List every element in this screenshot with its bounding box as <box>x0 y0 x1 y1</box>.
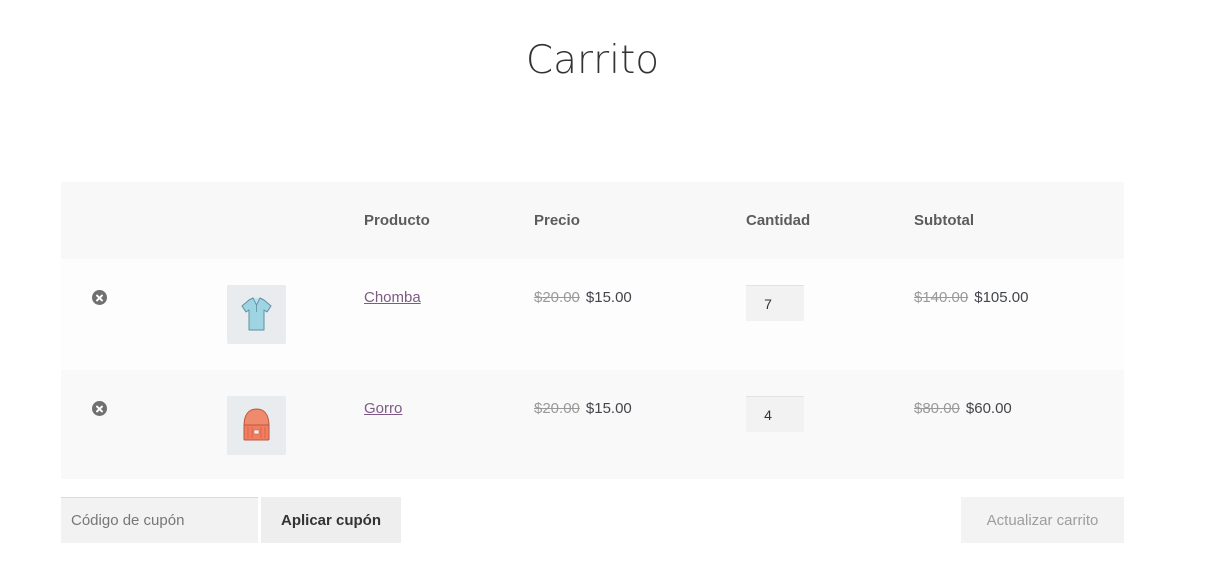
cart-table-header: Producto Precio Cantidad Subtotal <box>61 182 1124 259</box>
column-header-product: Producto <box>364 212 430 229</box>
sale-subtotal: $60.00 <box>965 400 1012 417</box>
sale-subtotal: $105.00 <box>974 289 1029 306</box>
sale-price: $15.00 <box>585 289 632 306</box>
quantity-input[interactable] <box>746 396 804 432</box>
column-header-quantity: Cantidad <box>746 212 811 229</box>
column-header-subtotal: Subtotal <box>914 212 974 229</box>
item-subtotal: $80.00 $60.00 <box>914 400 1012 417</box>
product-link[interactable]: Chomba <box>364 289 421 306</box>
cart-table: Producto Precio Cantidad Subtotal Chomba… <box>61 182 1124 479</box>
item-price: $20.00 $15.00 <box>534 400 632 417</box>
sale-price: $15.00 <box>585 400 632 417</box>
regular-subtotal: $140.00 <box>914 289 969 306</box>
polo-shirt-icon <box>241 297 272 331</box>
product-thumbnail[interactable] <box>227 396 286 455</box>
remove-item-icon[interactable] <box>92 401 107 416</box>
beanie-icon <box>243 408 270 441</box>
column-header-price: Precio <box>534 212 580 229</box>
remove-item-icon[interactable] <box>92 290 107 305</box>
cart-item-row: Chomba $20.00 $15.00 $140.00 $105.00 <box>61 259 1124 370</box>
apply-coupon-button[interactable]: Aplicar cupón <box>261 497 401 543</box>
cart-item-row: Gorro $20.00 $15.00 $80.00 $60.00 <box>61 370 1124 479</box>
quantity-input[interactable] <box>746 285 804 321</box>
page-title: Carrito <box>525 38 660 83</box>
update-cart-button[interactable]: Actualizar carrito <box>961 497 1124 543</box>
item-price: $20.00 $15.00 <box>534 289 632 306</box>
regular-price: $20.00 <box>534 289 580 306</box>
regular-price: $20.00 <box>534 400 580 417</box>
item-subtotal: $140.00 $105.00 <box>914 289 1028 306</box>
product-link[interactable]: Gorro <box>364 400 402 417</box>
product-thumbnail[interactable] <box>227 285 286 344</box>
regular-subtotal: $80.00 <box>914 400 960 417</box>
coupon-code-input[interactable] <box>61 497 258 543</box>
